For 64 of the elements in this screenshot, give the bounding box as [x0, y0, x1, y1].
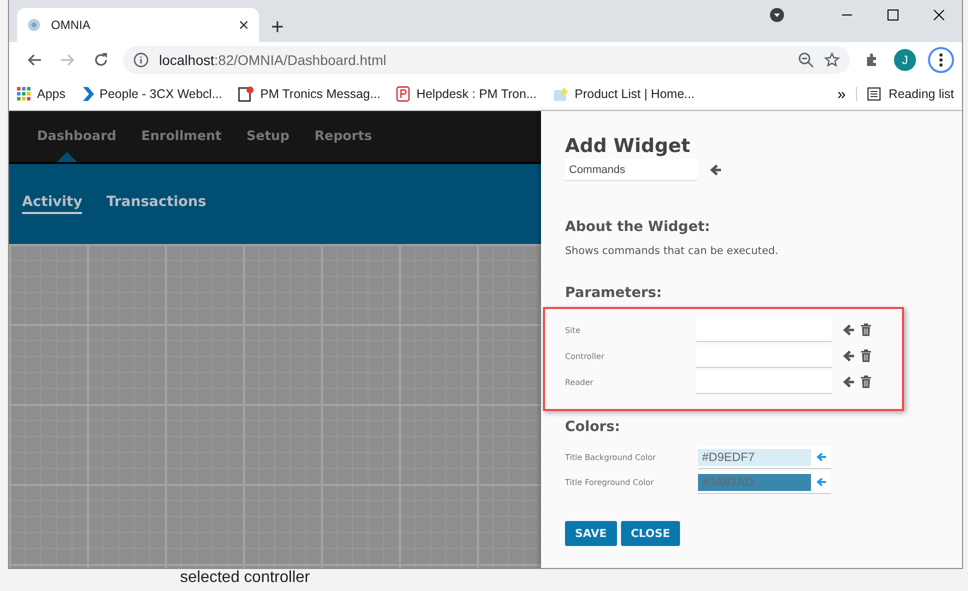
- nav-tab[interactable]: Reports: [314, 111, 372, 162]
- close-tab-button[interactable]: ×: [238, 16, 249, 34]
- favicon-icon: [27, 18, 41, 32]
- address-bar[interactable]: localhost:82/OMNIA/Dashboard.html: [123, 46, 850, 74]
- color-field[interactable]: #D9EDF7: [698, 446, 831, 469]
- chevron-icon: [82, 86, 94, 102]
- bookmark[interactable]: Apps: [17, 87, 66, 101]
- menu-button[interactable]: [928, 47, 954, 73]
- widget-description: Shows commands that can be executed.: [565, 245, 780, 257]
- media-control-icon[interactable]: [770, 8, 784, 22]
- bookmarks-overflow-button[interactable]: »: [827, 86, 856, 102]
- arrow-left-icon[interactable]: [842, 349, 856, 363]
- back-icon[interactable]: [25, 52, 43, 68]
- browser-tab[interactable]: OMNIA ×: [17, 8, 259, 42]
- new-tab-button[interactable]: +: [271, 16, 284, 38]
- parameter-field[interactable]: [696, 344, 832, 368]
- widget-select[interactable]: Commands: [565, 159, 697, 181]
- arrow-left-icon[interactable]: [842, 375, 856, 389]
- trash-icon[interactable]: [860, 349, 872, 363]
- nav-tab[interactable]: Setup: [246, 111, 290, 162]
- profile-avatar[interactable]: J: [894, 49, 916, 71]
- field-label: Title Foreground Color: [565, 478, 655, 487]
- subnav-tab[interactable]: Transactions: [106, 194, 206, 214]
- section-heading: Parameters:: [565, 285, 663, 301]
- maximize-icon[interactable]: [887, 9, 899, 21]
- trash-icon[interactable]: [860, 323, 872, 337]
- arrow-left-icon[interactable]: [842, 323, 856, 337]
- field-label: Reader: [565, 378, 594, 386]
- reading-list-icon: [866, 87, 881, 101]
- bookmark[interactable]: PM Tronics Messag...: [238, 86, 380, 102]
- reload-icon[interactable]: [93, 52, 109, 68]
- menu-icon: [939, 53, 943, 67]
- apps-grid-icon: [17, 87, 31, 101]
- bookmark[interactable]: People - 3CX Webcl...: [82, 86, 222, 102]
- trash-icon[interactable]: [860, 375, 872, 389]
- nav-tab[interactable]: Enrollment: [141, 111, 222, 162]
- bookmark[interactable]: Product List | Home...: [552, 86, 695, 102]
- subnav-tab[interactable]: Activity: [22, 194, 82, 214]
- message-icon: [238, 86, 254, 102]
- bookmark[interactable]: Helpdesk : PM Tron...: [396, 86, 537, 102]
- arrow-left-icon[interactable]: [815, 476, 829, 488]
- helpdesk-icon: [396, 86, 410, 102]
- panel-title: Add Widget: [565, 135, 692, 157]
- star-icon[interactable]: [824, 52, 840, 68]
- note-icon: [552, 86, 569, 102]
- page-text: selected controller: [180, 569, 310, 586]
- arrow-left-icon[interactable]: [709, 163, 723, 177]
- action-button[interactable]: SAVE: [565, 521, 617, 546]
- info-icon[interactable]: [133, 52, 149, 68]
- arrow-left-icon[interactable]: [815, 451, 829, 463]
- field-label: Controller: [565, 352, 606, 360]
- nav-tab[interactable]: Dashboard: [37, 111, 116, 162]
- section-heading: Colors:: [565, 419, 622, 435]
- field-label: Title Background Color: [565, 453, 657, 462]
- parameter-field[interactable]: [696, 318, 832, 342]
- parameter-field[interactable]: [696, 370, 832, 394]
- tab-title: OMNIA: [51, 18, 92, 32]
- url-text[interactable]: localhost:82/OMNIA/Dashboard.html: [159, 52, 788, 68]
- action-button[interactable]: CLOSE: [620, 521, 680, 546]
- section-heading: About the Widget:: [565, 219, 712, 235]
- zoom-out-icon[interactable]: [798, 52, 814, 68]
- reading-list-button[interactable]: Reading list: [856, 87, 954, 101]
- field-label: Site: [565, 326, 582, 334]
- close-icon[interactable]: [933, 9, 945, 21]
